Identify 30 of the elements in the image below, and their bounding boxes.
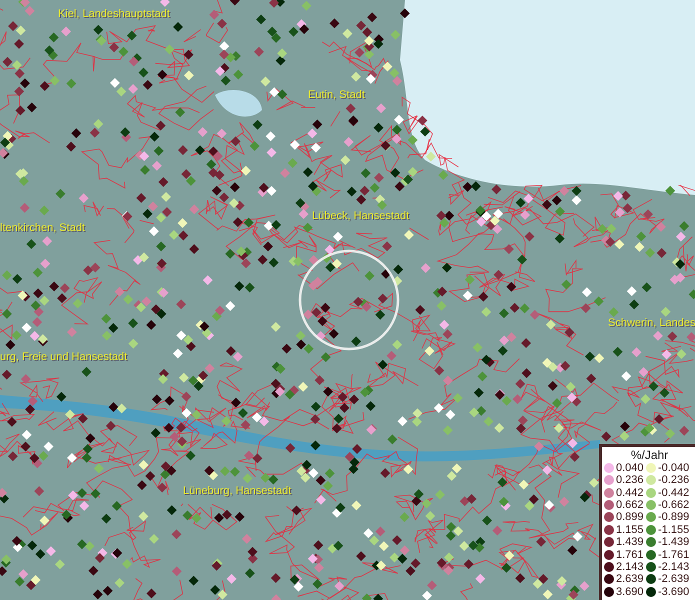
legend-value: 0.442 bbox=[616, 486, 644, 499]
place-label: Lüneburg, Hansestadt bbox=[183, 485, 292, 497]
legend-value: 0.899 bbox=[616, 511, 644, 524]
legend-value: -1.761 bbox=[658, 548, 690, 561]
legend-value: -1.155 bbox=[658, 524, 690, 536]
legend-title: %/Jahr bbox=[630, 448, 670, 462]
place-label: Kiel, Landeshauptstadt bbox=[58, 8, 170, 20]
legend-value: -2.639 bbox=[658, 573, 690, 586]
legend-value: -3.690 bbox=[658, 586, 690, 598]
legend-value: -0.040 bbox=[658, 462, 690, 474]
place-label: Schwerin, Landes bbox=[608, 317, 695, 329]
legend-value: 0.236 bbox=[616, 474, 644, 486]
place-label: ltenkirchen, Stadt bbox=[0, 222, 85, 234]
place-label: urg, Freie und Hansestadt bbox=[0, 351, 128, 363]
legend-value: -0.236 bbox=[658, 474, 690, 486]
legend-value: -0.442 bbox=[658, 486, 690, 499]
legend-value: 3.690 bbox=[616, 586, 644, 598]
legend-value: -2.143 bbox=[658, 561, 690, 574]
legend-value: -0.662 bbox=[658, 499, 690, 512]
legend-value: 2.639 bbox=[616, 573, 644, 586]
legend-value: -1.439 bbox=[658, 536, 690, 548]
place-label: Lübeck, Hansestadt bbox=[312, 210, 410, 222]
place-label: Eutin, Stadt bbox=[308, 89, 365, 101]
legend-value: 1.155 bbox=[616, 524, 644, 536]
legend-value: 1.439 bbox=[616, 536, 644, 548]
legend-value: 1.761 bbox=[616, 548, 644, 561]
legend-value: 0.662 bbox=[616, 499, 644, 512]
legend-value: 2.143 bbox=[616, 561, 644, 574]
legend-value: 0.040 bbox=[616, 462, 644, 474]
legend-value: -0.899 bbox=[658, 511, 690, 524]
